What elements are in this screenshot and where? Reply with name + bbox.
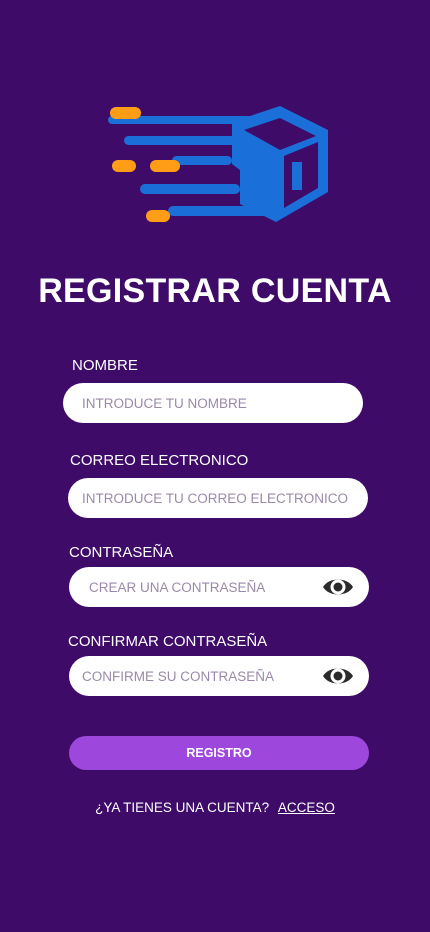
email-field-wrapper xyxy=(68,478,368,518)
password-label: CONTRASEÑA xyxy=(69,544,174,561)
login-link[interactable]: ACCESO xyxy=(278,800,335,815)
eye-icon[interactable] xyxy=(321,572,355,602)
email-label: CORREO ELECTRONICO xyxy=(70,452,249,469)
name-label: NOMBRE xyxy=(72,357,138,374)
login-prompt-text: ¿YA TIENES UNA CUENTA? xyxy=(95,800,270,815)
confirm-password-label: CONFIRMAR CONTRASEÑA xyxy=(68,633,268,650)
password-field-wrapper xyxy=(69,567,369,607)
name-field-wrapper xyxy=(63,383,363,423)
delivery-box-icon xyxy=(108,106,328,222)
login-prompt: ¿YA TIENES UNA CUENTA? ACCESO xyxy=(0,800,430,815)
confirm-password-field-wrapper xyxy=(69,656,369,696)
page-title: REGISTRAR CUENTA xyxy=(38,272,392,310)
eye-icon[interactable] xyxy=(321,661,355,691)
email-input[interactable] xyxy=(68,478,368,518)
name-input[interactable] xyxy=(63,383,363,423)
register-button[interactable]: REGISTRO xyxy=(69,736,369,770)
